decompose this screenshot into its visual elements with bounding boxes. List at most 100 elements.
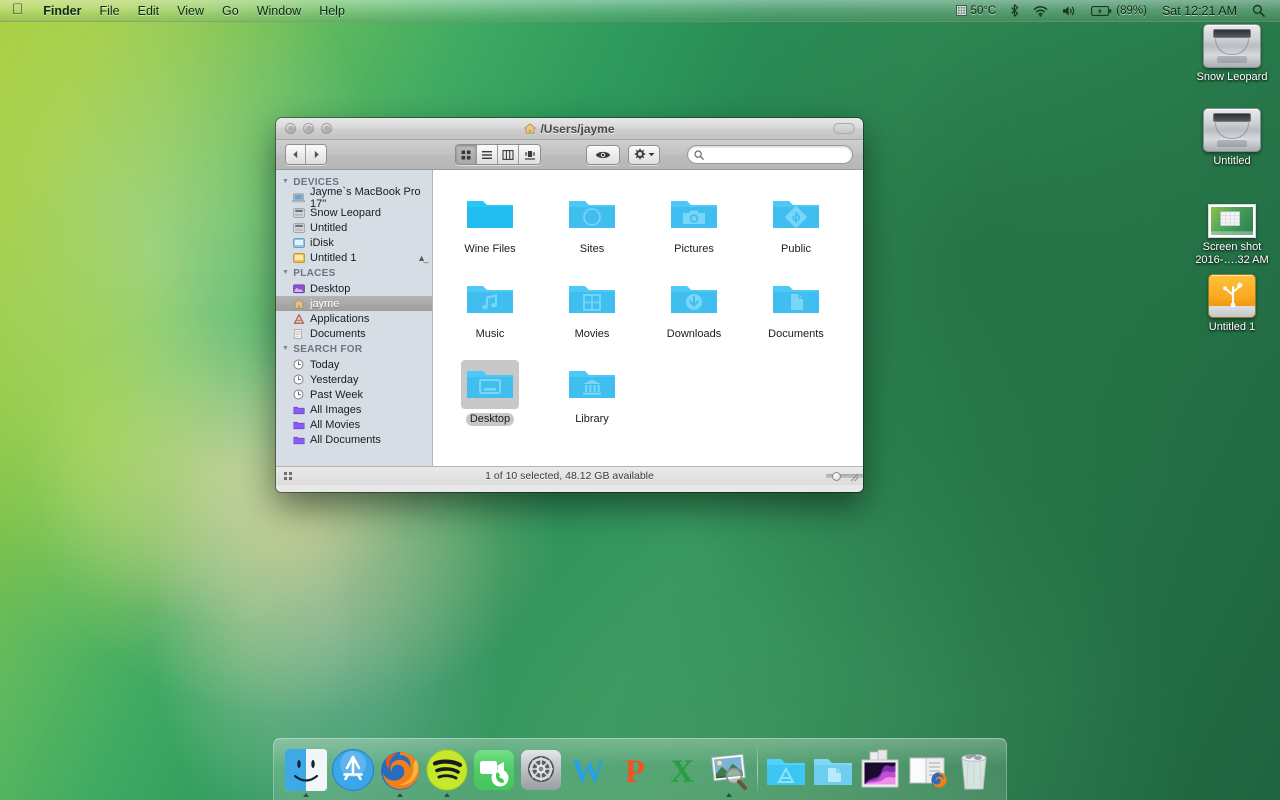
sidebar-item-applications[interactable]: Applications — [276, 311, 432, 326]
dock-stack-applications[interactable] — [763, 742, 810, 798]
resize-grip-icon[interactable] — [849, 472, 859, 482]
menu-item-view[interactable]: View — [168, 0, 213, 21]
sidebar-item-label: Past Week — [310, 388, 363, 401]
dock-stack-documents[interactable] — [810, 742, 857, 798]
sidebar-item-desktop[interactable]: Desktop — [276, 281, 432, 296]
compass-folder-icon — [563, 190, 621, 239]
sidebar-item-untitled[interactable]: Untitled — [276, 220, 432, 235]
menu-item-file[interactable]: File — [90, 0, 128, 21]
dock-item-powerpoint[interactable]: P — [611, 742, 658, 798]
desktop-icon-snow-leopard[interactable]: Snow Leopard — [1182, 22, 1280, 84]
file-item-public[interactable]: Public — [745, 186, 847, 271]
sidebar-item-snow-leopard[interactable]: Snow Leopard — [276, 205, 432, 220]
menu-item-help[interactable]: Help — [310, 0, 354, 21]
sidebar-item-jayme[interactable]: jayme — [276, 296, 432, 311]
file-item-wine-files[interactable]: Wine Files — [439, 186, 541, 271]
file-item-library[interactable]: Library — [541, 356, 643, 441]
zoom-button[interactable] — [321, 123, 332, 134]
clock-menu[interactable]: Sat 12:21 AM — [1154, 0, 1245, 21]
volume-icon — [1063, 5, 1075, 16]
dock-item-finder[interactable] — [282, 742, 329, 798]
search-input[interactable] — [708, 148, 838, 161]
battery-percent: (89%) — [1116, 4, 1147, 17]
battery-menu[interactable]: (89%) — [1084, 0, 1154, 21]
desktop-icon-untitled-1[interactable]: Untitled 1 — [1182, 272, 1280, 334]
sidebar-item-macbook-pro[interactable]: Jayme`s MacBook Pro 17" — [276, 186, 432, 210]
coverflow-view-button[interactable] — [519, 145, 540, 164]
disclosure-triangle-icon[interactable]: ▼ — [282, 345, 289, 352]
sidebar-item-idisk[interactable]: iDisk — [276, 235, 432, 250]
column-view-button[interactable] — [498, 145, 519, 164]
idisk-icon — [292, 237, 305, 249]
back-button[interactable] — [286, 145, 306, 164]
disclosure-triangle-icon[interactable]: ▼ — [282, 269, 289, 276]
svg-text:W: W — [571, 754, 604, 790]
toolbar-toggle-button[interactable] — [833, 123, 855, 134]
file-item-documents[interactable]: Documents — [745, 271, 847, 356]
file-item-desktop[interactable]: Desktop — [439, 356, 541, 441]
file-item-movies[interactable]: Movies — [541, 271, 643, 356]
finder-window[interactable]: /Users/jayme ▼ DEVICES Jayme`s MacBook P… — [276, 118, 863, 492]
dock-item-spotify[interactable] — [423, 742, 470, 798]
file-item-music[interactable]: Music — [439, 271, 541, 356]
sidebar-item-documents[interactable]: Documents — [276, 326, 432, 341]
desktop-icon-untitled[interactable]: Untitled — [1182, 106, 1280, 168]
sidebar-section-places[interactable]: ▼ PLACES — [276, 265, 432, 281]
dock-item-firefox[interactable] — [376, 742, 423, 798]
dock-item-facetime[interactable] — [470, 742, 517, 798]
grip-icon[interactable] — [284, 472, 293, 481]
finder-titlebar[interactable]: /Users/jayme — [276, 118, 863, 140]
quick-look-button[interactable] — [586, 144, 620, 165]
dock-item-word[interactable]: W — [564, 742, 611, 798]
dock-stack-downloads[interactable] — [904, 742, 951, 798]
apple-logo-icon[interactable]:  — [0, 2, 34, 17]
temperature-monitor-item[interactable]: 50°C — [949, 0, 1004, 21]
file-item-downloads[interactable]: Downloads — [643, 271, 745, 356]
minimize-button[interactable] — [303, 123, 314, 134]
eject-icon[interactable]: ▲̲ — [417, 253, 426, 263]
icon-size-slider[interactable] — [826, 471, 863, 481]
dock-item-preview[interactable] — [705, 742, 752, 798]
icon-view-button[interactable] — [456, 145, 477, 164]
menu-item-edit[interactable]: Edit — [129, 0, 169, 21]
close-button[interactable] — [285, 123, 296, 134]
file-item-sites[interactable]: Sites — [541, 186, 643, 271]
sidebar-item-past-week[interactable]: Past Week — [276, 387, 432, 402]
finder-sidebar[interactable]: ▼ DEVICES Jayme`s MacBook Pro 17" Snow L… — [276, 170, 433, 466]
dock-stack-desktop-picture[interactable] — [857, 742, 904, 798]
dock-item-excel[interactable]: X — [658, 742, 705, 798]
sidebar-item-label: Yesterday — [310, 373, 359, 386]
spotlight-menu[interactable] — [1245, 0, 1272, 21]
slider-knob[interactable] — [832, 471, 841, 481]
dock-item-app-store[interactable] — [329, 742, 376, 798]
desktop-icon-label-line2: 2016-….32 AM — [1195, 253, 1269, 266]
search-field[interactable] — [687, 145, 853, 164]
sidebar-item-today[interactable]: Today — [276, 357, 432, 372]
window-controls — [276, 123, 332, 134]
preview-icon — [707, 748, 751, 792]
sidebar-item-all-images[interactable]: All Images — [276, 402, 432, 417]
bluetooth-menu[interactable] — [1003, 0, 1026, 21]
sidebar-item-untitled-1[interactable]: Untitled 1 ▲̲ — [276, 250, 432, 265]
sidebar-item-all-documents[interactable]: All Documents — [276, 432, 432, 447]
trash-icon — [952, 748, 996, 792]
desktop-icon-screenshot[interactable]: Screen shot 2016-….32 AM — [1182, 192, 1280, 266]
list-view-button[interactable] — [477, 145, 498, 164]
wifi-menu[interactable] — [1026, 0, 1055, 21]
menu-item-go[interactable]: Go — [213, 0, 248, 21]
disclosure-triangle-icon[interactable]: ▼ — [282, 178, 289, 185]
file-item-pictures[interactable]: Pictures — [643, 186, 745, 271]
dock-item-system-preferences[interactable] — [517, 742, 564, 798]
menu-item-window[interactable]: Window — [248, 0, 310, 21]
dock-item-trash[interactable] — [951, 742, 998, 798]
sidebar-section-search-for[interactable]: ▼ SEARCH FOR — [276, 341, 432, 357]
action-menu-button[interactable] — [628, 144, 660, 165]
sidebar-item-all-movies[interactable]: All Movies — [276, 417, 432, 432]
sidebar-item-yesterday[interactable]: Yesterday — [276, 372, 432, 387]
volume-menu[interactable] — [1055, 0, 1084, 21]
file-listing-area[interactable]: Wine Files Sites Pictures Public Music M… — [433, 170, 863, 466]
bluetooth-icon — [1011, 4, 1019, 17]
menu-item-finder[interactable]: Finder — [34, 0, 90, 21]
forward-button[interactable] — [306, 145, 326, 164]
aurora-image-icon — [858, 748, 902, 792]
